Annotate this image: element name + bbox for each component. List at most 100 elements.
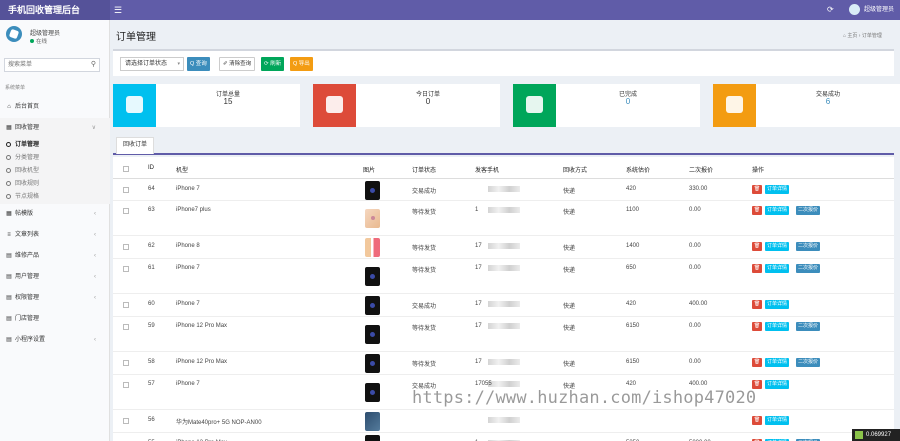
column-header[interactable]: 机型 (176, 165, 188, 174)
table-row[interactable]: 56 华为Mate40pro+ 5G NOP-AN00 🗑 订单详情 (113, 410, 894, 433)
column-header[interactable]: 发客手机 (475, 165, 499, 174)
delete-button[interactable]: 🗑 (752, 242, 762, 251)
delete-button[interactable]: 🗑 (752, 300, 762, 309)
second-quote-button[interactable]: 二次报价 (796, 242, 821, 251)
row-checkbox[interactable] (123, 418, 129, 424)
sidebar-subitem-specs[interactable]: 节点规格 (0, 191, 110, 204)
row-checkbox[interactable] (123, 244, 129, 250)
sidebar-item-template[interactable]: ▦ 帖模版 ‹ (0, 204, 110, 225)
sidebar-item-stores[interactable]: ▤ 门店管理 (0, 309, 110, 330)
cell-id: 63 (148, 207, 155, 213)
table-row[interactable]: 61 iPhone 7 等待发货 17 快递 650 0.00 🗑 订单详情 二次报价 (113, 259, 894, 294)
order-detail-button[interactable]: 订单详情 (765, 300, 790, 309)
refresh-button[interactable]: ⟳ 刷新 (261, 57, 285, 71)
phone-thumbnail[interactable] (365, 296, 380, 315)
column-header[interactable]: 系统估价 (626, 165, 650, 174)
order-detail-button[interactable]: 订单详情 (765, 264, 790, 273)
row-checkbox[interactable] (123, 360, 129, 366)
app-title[interactable]: 手机回收管理后台 (0, 0, 110, 20)
stat-value: 6 (825, 97, 831, 106)
phone-thumbnail[interactable] (365, 412, 380, 431)
delete-button[interactable]: 🗑 (752, 185, 762, 194)
table-row[interactable]: 58 iPhone 12 Pro Max 等待发货 17 快递 6150 0.00 🗑 订单详情… (113, 352, 894, 375)
delete-button[interactable]: 🗑 (752, 206, 762, 215)
row-checkbox[interactable] (123, 382, 129, 388)
order-detail-button[interactable]: 订单详情 (765, 380, 790, 389)
phone-thumbnail[interactable] (365, 354, 380, 373)
table-row[interactable]: 63 iPhone7 plus 等待发货 1 快递 1100 0.00 🗑 订单详情 二次报价 (113, 201, 894, 236)
sidebar-item-articles[interactable]: ≡ 文章列表 ‹ (0, 225, 110, 246)
table-row[interactable]: 62 iPhone 8 等待发货 17 快递 1400 0.00 🗑 订单详情 二次报价 (113, 236, 894, 259)
order-detail-button[interactable]: 订单详情 (765, 206, 790, 215)
order-detail-button[interactable]: 订单详情 (765, 185, 790, 194)
cell-status: 交易成功 (412, 189, 437, 195)
phone-thumbnail[interactable] (365, 267, 380, 286)
search-button[interactable]: Q 查询 (187, 57, 210, 71)
phone-thumbnail[interactable] (365, 325, 380, 344)
product-icon: ▤ (6, 253, 12, 259)
sidebar-item-permissions[interactable]: ▤ 权限管理 ‹ (0, 288, 110, 309)
sidebar-menu: ⌂ 后台首页 ▦ 回收管理 ∨ 订单管理 分类管理 回收机型 回收规则 节点规格 ▦ 帖… (0, 97, 110, 351)
column-header[interactable]: ID (148, 165, 154, 171)
second-quote-button[interactable]: 二次报价 (796, 264, 821, 273)
table-row[interactable]: 59 iPhone 12 Pro Max 等待发货 17 快递 6150 0.00 🗑 订单详情… (113, 317, 894, 352)
table-row[interactable]: 64 iPhone 7 交易成功 快递 420 330.00 🗑 订单详情 (113, 179, 894, 201)
phone-thumbnail[interactable] (365, 238, 380, 257)
delete-button[interactable]: 🗑 (752, 358, 762, 367)
sidebar-subitem-orders[interactable]: 订单管理 (0, 139, 110, 152)
row-checkbox[interactable] (123, 208, 129, 214)
column-header[interactable]: 操作 (752, 165, 764, 174)
row-checkbox[interactable] (123, 266, 129, 272)
sidebar-item-recycle[interactable]: ▦ 回收管理 ∨ (0, 118, 110, 139)
order-detail-button[interactable]: 订单详情 (765, 416, 790, 425)
phone-thumbnail[interactable] (365, 435, 380, 441)
column-header[interactable]: 图片 (363, 165, 375, 174)
second-quote-button[interactable]: 二次报价 (796, 206, 821, 215)
sidebar-item-miniprogram[interactable]: ▤ 小程序设置 ‹ (0, 330, 110, 351)
sidebar-subitem-rules[interactable]: 回收规则 (0, 178, 110, 191)
column-header[interactable]: 回收方式 (563, 165, 587, 174)
table-row[interactable]: 60 iPhone 7 交易成功 17 快递 420 400.00 🗑 订单详情 (113, 294, 894, 317)
sidebar-item-home[interactable]: ⌂ 后台首页 (0, 97, 110, 118)
order-detail-button[interactable]: 订单详情 (765, 358, 790, 367)
breadcrumb[interactable]: ⌂ 主页 › 订单管理 (843, 32, 882, 39)
column-header[interactable]: 二次报价 (689, 165, 713, 174)
phone-thumbnail[interactable] (365, 383, 380, 402)
second-quote-button[interactable]: 二次报价 (796, 322, 821, 331)
cell-method: 快递 (563, 246, 576, 252)
sidebar-subitem-category[interactable]: 分类管理 (0, 152, 110, 165)
sidebar-search-input[interactable] (5, 59, 85, 71)
phone-thumbnail[interactable] (365, 209, 380, 228)
cell-phone: 17 (475, 323, 482, 329)
tab-recycle-orders[interactable]: 回收订单 (116, 137, 155, 154)
phone-thumbnail[interactable] (365, 181, 380, 200)
admin-avatar[interactable] (849, 4, 860, 15)
order-detail-button[interactable]: 订单详情 (765, 322, 790, 331)
admin-name[interactable]: 超级管理员 (864, 0, 894, 20)
search-icon[interactable]: ⚲ (91, 60, 96, 68)
row-checkbox[interactable] (123, 324, 129, 330)
delete-button[interactable]: 🗑 (752, 322, 762, 331)
row-checkbox[interactable] (123, 187, 129, 193)
cell-second-quote: 400.00 (689, 301, 708, 307)
reset-button[interactable]: ✐ 清除查询 (219, 57, 256, 71)
column-header[interactable]: 订单状态 (412, 165, 436, 174)
row-checkbox[interactable] (123, 302, 129, 308)
refresh-icon[interactable]: ⟳ (827, 0, 834, 20)
menu-toggle-icon[interactable]: ☰ (114, 0, 122, 20)
sidebar-item-users[interactable]: ▤ 用户管理 ‹ (0, 267, 110, 288)
order-status-select[interactable]: 请选择订单状态 ▾ (120, 57, 184, 71)
select-all-checkbox[interactable] (123, 166, 129, 172)
chevron-left-icon: ‹ (94, 274, 96, 280)
blurred-phone-number (488, 301, 520, 307)
table-row[interactable]: 55iPhone 12 Pro Max交易成功1快递53505000.00🗑订单… (113, 433, 894, 441)
export-button[interactable]: Q 导出 (290, 57, 313, 71)
delete-button[interactable]: 🗑 (752, 416, 762, 425)
list-icon: ≡ (7, 232, 11, 238)
sidebar-subitem-models[interactable]: 回收机型 (0, 165, 110, 178)
delete-button[interactable]: 🗑 (752, 264, 762, 273)
blurred-phone-number (488, 323, 520, 329)
second-quote-button[interactable]: 二次报价 (796, 358, 821, 367)
order-detail-button[interactable]: 订单详情 (765, 242, 790, 251)
sidebar-item-repair[interactable]: ▤ 维修产品 ‹ (0, 246, 110, 267)
